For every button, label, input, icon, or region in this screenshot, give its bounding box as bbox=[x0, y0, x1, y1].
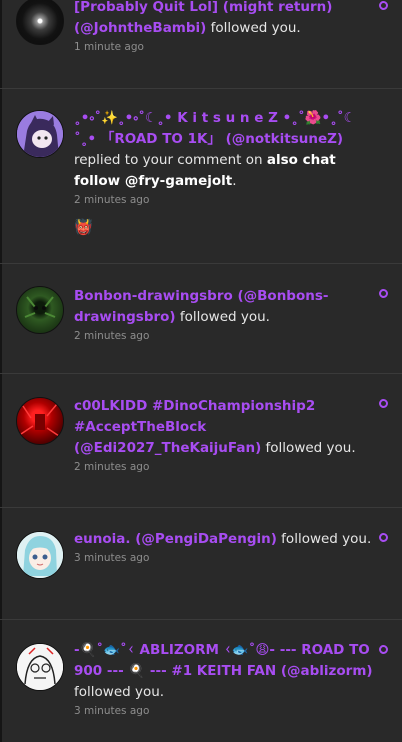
notification-text: ˳•༚˚✨˳•༚˚☾˳• K i t s u n e Z •˳˚🌺•˳˚☾ ˚˳… bbox=[74, 108, 378, 192]
username-link[interactable]: -🍳˚🐟˚ᚲ ABLIZORM ᚲ🐟˚😩- --- ROAD TO 900 --… bbox=[74, 642, 373, 679]
avatar[interactable] bbox=[16, 397, 64, 445]
unread-indicator[interactable] bbox=[379, 1, 388, 10]
notification-text: c00LKIDD #DinoChampionship2 #AcceptTheBl… bbox=[74, 396, 378, 459]
action-text: followed you. bbox=[74, 684, 165, 700]
timestamp: 3 minutes ago bbox=[74, 705, 150, 717]
action-text: followed you. bbox=[206, 20, 301, 36]
character-icon bbox=[17, 111, 63, 157]
notification-feed: [Probably Quit Lol] (might return) (@Joh… bbox=[0, 0, 402, 742]
timestamp: 2 minutes ago bbox=[74, 461, 150, 473]
notification-item[interactable]: Bonbon-drawingsbro (@Bonbons-drawingsbro… bbox=[0, 263, 402, 373]
avatar[interactable] bbox=[16, 531, 64, 579]
notification-text: [Probably Quit Lol] (might return) (@Joh… bbox=[74, 0, 378, 39]
unread-indicator[interactable] bbox=[379, 533, 388, 542]
notification-item[interactable]: -🍳˚🐟˚ᚲ ABLIZORM ᚲ🐟˚😩- --- ROAD TO 900 --… bbox=[0, 619, 402, 742]
unread-indicator[interactable] bbox=[379, 399, 388, 408]
anime-girl-icon bbox=[17, 532, 63, 578]
notification-item[interactable]: ˳•༚˚✨˳•༚˚☾˳• K i t s u n e Z •˳˚🌺•˳˚☾ ˚˳… bbox=[0, 88, 402, 263]
sketch-icon bbox=[17, 644, 63, 690]
timestamp: 2 minutes ago bbox=[74, 330, 150, 342]
avatar[interactable] bbox=[16, 0, 64, 45]
action-text: followed you. bbox=[261, 440, 356, 456]
comment-preview[interactable]: 👹 bbox=[74, 218, 378, 236]
username-link[interactable]: ˳•༚˚✨˳•༚˚☾˳• K i t s u n e Z •˳˚🌺•˳˚☾ ˚˳… bbox=[74, 110, 356, 147]
red-figure-icon bbox=[20, 403, 60, 437]
avatar[interactable] bbox=[16, 643, 64, 691]
target-suffix: . bbox=[232, 173, 237, 189]
unread-indicator[interactable] bbox=[379, 289, 388, 298]
timestamp: 2 minutes ago bbox=[74, 194, 150, 206]
action-text: followed you. bbox=[276, 531, 372, 547]
username-link[interactable]: eunoia. (@PengiDaPengin) bbox=[74, 531, 277, 547]
timestamp: 3 minutes ago bbox=[74, 552, 150, 564]
timestamp: 1 minute ago bbox=[74, 41, 144, 53]
unread-indicator[interactable] bbox=[379, 645, 388, 654]
notification-item[interactable]: [Probably Quit Lol] (might return) (@Joh… bbox=[0, 0, 402, 88]
notification-text: Bonbon-drawingsbro (@Bonbons-drawingsbro… bbox=[74, 286, 378, 328]
action-text: followed you. bbox=[175, 309, 270, 325]
avatar[interactable] bbox=[16, 286, 64, 334]
creature-icon bbox=[24, 296, 56, 318]
avatar[interactable] bbox=[16, 110, 64, 158]
notification-text: -🍳˚🐟˚ᚲ ABLIZORM ᚲ🐟˚😩- --- ROAD TO 900 --… bbox=[74, 640, 378, 703]
notification-item[interactable]: c00LKIDD #DinoChampionship2 #AcceptTheBl… bbox=[0, 373, 402, 507]
action-text: replied to your comment on bbox=[74, 152, 267, 168]
notification-item[interactable]: eunoia. (@PengiDaPengin) followed you. 3… bbox=[0, 507, 402, 619]
notification-text: eunoia. (@PengiDaPengin) followed you. bbox=[74, 529, 378, 550]
